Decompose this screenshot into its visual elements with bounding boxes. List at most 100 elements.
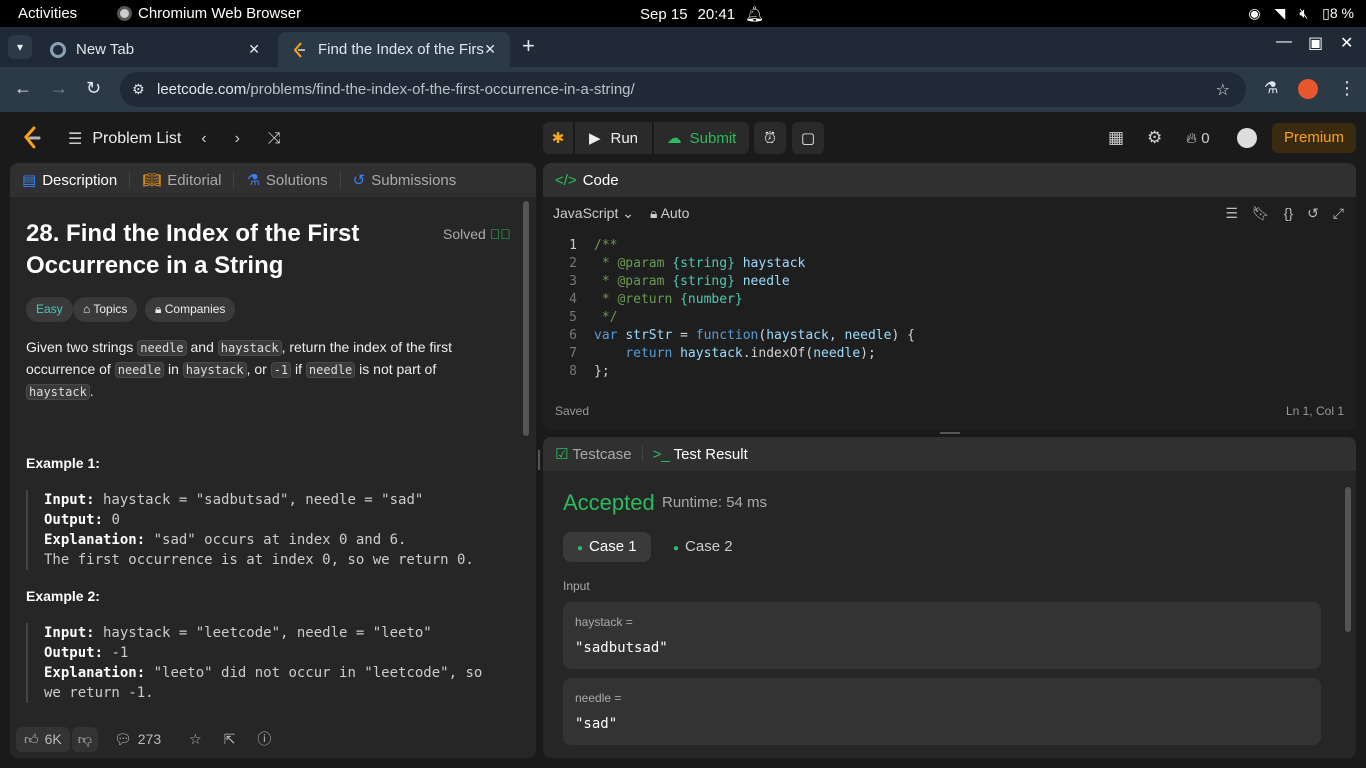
bookmark-star-icon[interactable]: ☆ — [1216, 80, 1230, 100]
editor-tools: ☰ 🔖︎ {} ↺ ⤢ — [1225, 205, 1344, 222]
like-button[interactable]: 👍︎ 6K — [16, 726, 70, 752]
tab-new-tab[interactable]: New Tab ✕ — [36, 32, 274, 67]
input-value-box: haystack = "sadbutsad" — [563, 602, 1321, 669]
tab-description[interactable]: ▤ Description — [22, 171, 117, 190]
prev-problem-icon[interactable]: ‹ — [201, 130, 206, 148]
case-tab[interactable]: ● Case 2 — [659, 532, 747, 562]
tab-submissions[interactable]: ↺ Submissions — [353, 171, 457, 190]
companies-button[interactable]: 🔒︎ Companies — [145, 297, 236, 322]
example-heading: Example 1: — [26, 455, 100, 471]
comments-button[interactable]: 💬︎ 273 — [114, 731, 161, 748]
shuffle-icon[interactable]: ⤨ — [268, 130, 281, 148]
new-tab-button[interactable]: + — [522, 33, 535, 59]
clock[interactable]: Sep 15 20:41 🔔︎ — [640, 5, 765, 24]
premium-button[interactable]: Premium — [1272, 123, 1356, 153]
maximize-icon[interactable]: ▣ — [1308, 33, 1323, 53]
test-result-panel: ☑ Testcase >_ Test Result Accepted Runti… — [543, 437, 1356, 758]
difficulty-badge[interactable]: Easy — [26, 297, 73, 322]
debug-button[interactable]: ✱ — [543, 122, 573, 154]
submit-label: Submit — [689, 129, 737, 147]
line-numbers: 12345678 — [569, 238, 577, 379]
description-scrollbar[interactable] — [522, 201, 530, 721]
time: 20:41 — [697, 5, 736, 23]
tab-testcase[interactable]: ☑ Testcase — [555, 445, 632, 463]
address-bar[interactable]: ⚙ leetcode.com/problems/find-the-index-o… — [120, 72, 1246, 107]
note-icon: ▢ — [800, 130, 816, 147]
tab-label: New Tab — [76, 41, 135, 58]
reset-icon[interactable]: ↺ — [1307, 205, 1319, 222]
code-header: </> Code — [543, 163, 1356, 197]
record-icon: ◉ — [1248, 5, 1261, 21]
share-icon[interactable]: ⇱ — [224, 731, 236, 748]
next-problem-icon[interactable]: › — [235, 130, 240, 148]
check-circle-icon: ✓⃝ — [489, 226, 511, 242]
language-select[interactable]: JavaScript ⌄ — [553, 205, 634, 222]
layout-icon[interactable]: ▦ — [1108, 128, 1124, 148]
bookmark-icon[interactable]: 🔖︎ — [1252, 205, 1270, 222]
streak-counter[interactable]: 🔥︎ 0 — [1186, 130, 1210, 147]
bell-icon: 🔔︎ — [745, 6, 765, 23]
code-icon: </> — [555, 171, 577, 189]
format-icon[interactable]: ☰ — [1225, 205, 1238, 222]
code-editor[interactable]: /** * @param {string} haystack * @param … — [594, 237, 915, 381]
system-tray[interactable]: ◉ ◥ 🔇︎ ▯8 % — [1248, 5, 1354, 22]
tab-editorial[interactable]: 📖︎ Editorial — [142, 171, 221, 190]
timer-button[interactable]: ⏰︎ — [754, 122, 786, 154]
result-tabs: ☑ Testcase >_ Test Result — [543, 437, 1356, 471]
panel-resize-handle[interactable] — [538, 450, 540, 470]
close-icon[interactable]: ✕ — [484, 41, 496, 58]
case-tab[interactable]: ● Case 1 — [563, 532, 651, 562]
auto-mode[interactable]: 🔒︎ Auto — [650, 205, 689, 222]
minimize-icon[interactable]: — — [1276, 33, 1292, 51]
submit-button[interactable]: ☁ Submit — [654, 122, 749, 154]
solved-status: Solved ✓⃝ — [443, 226, 511, 242]
dislike-button[interactable]: 👎︎ — [71, 726, 98, 752]
problem-list-link[interactable]: Problem List — [92, 130, 181, 148]
leetcode-logo[interactable] — [22, 126, 42, 150]
description-footer: 👍︎ 6K 👎︎ 💬︎ 273 ☆ ⇱ ⓘ — [10, 720, 536, 758]
app-menu[interactable]: Chromium Web Browser — [117, 5, 301, 22]
input-label: Input — [563, 579, 590, 593]
expand-icon[interactable]: ⤢ — [1333, 205, 1344, 222]
tab-leetcode[interactable]: Find the Index of the Firs ✕ — [278, 32, 510, 67]
profile-avatar[interactable] — [1298, 79, 1318, 99]
settings-gear-icon[interactable]: ⚙ — [1147, 128, 1162, 148]
save-status: Saved — [555, 404, 590, 418]
example-block: Input: haystack = "leetcode", needle = "… — [26, 623, 496, 703]
thumbs-up-icon: 👍︎ — [24, 730, 39, 747]
tab-search-button[interactable]: ▾ — [8, 35, 32, 59]
play-icon: ▶ — [588, 130, 601, 147]
lock-icon: 🔒︎ — [649, 204, 658, 221]
result-status: Accepted — [563, 490, 655, 515]
run-button[interactable]: ▶ Run — [575, 122, 652, 154]
favorite-star-icon[interactable]: ☆ — [189, 731, 202, 748]
chromium-icon — [117, 6, 132, 21]
alarm-icon: ⏰︎ — [764, 129, 776, 147]
volume-icon: 🔇︎ — [1299, 5, 1309, 21]
checkbox-icon: ☑ — [555, 446, 569, 463]
close-icon[interactable]: ✕ — [248, 41, 260, 58]
document-icon: ▤ — [22, 172, 37, 189]
result-scrollbar[interactable] — [1344, 475, 1352, 755]
back-icon[interactable]: ← — [14, 78, 32, 99]
forward-icon[interactable]: → — [50, 78, 68, 99]
reload-icon[interactable]: ↻ — [86, 78, 101, 99]
labs-icon[interactable]: ⚗ — [1264, 78, 1278, 98]
topics-button[interactable]: ⌂ Topics — [73, 297, 138, 322]
user-avatar[interactable] — [1237, 128, 1257, 148]
tab-label: Find the Index of the Firs — [318, 41, 484, 58]
problem-title: 28. Find the Index of the First Occurren… — [26, 220, 360, 279]
tab-solutions[interactable]: ⚗ Solutions — [246, 171, 327, 190]
close-window-icon[interactable]: ✕ — [1340, 33, 1353, 53]
description-panel: ▤ Description 📖︎ Editorial ⚗ Solutions ↺ Sub… — [10, 163, 536, 758]
site-info-icon[interactable]: ⚙ — [132, 81, 145, 98]
braces-icon[interactable]: {} — [1284, 205, 1293, 222]
panel-resize-handle[interactable] — [940, 432, 960, 434]
leetcode-icon — [293, 41, 305, 58]
lock-icon: 🔒︎ — [155, 302, 162, 316]
menu-icon[interactable]: ⋮ — [1338, 78, 1356, 99]
help-icon[interactable]: ⓘ — [257, 729, 271, 749]
activities-button[interactable]: Activities — [18, 5, 77, 22]
notes-button[interactable]: ▢ — [792, 122, 824, 154]
tab-test-result[interactable]: >_ Test Result — [653, 446, 748, 463]
